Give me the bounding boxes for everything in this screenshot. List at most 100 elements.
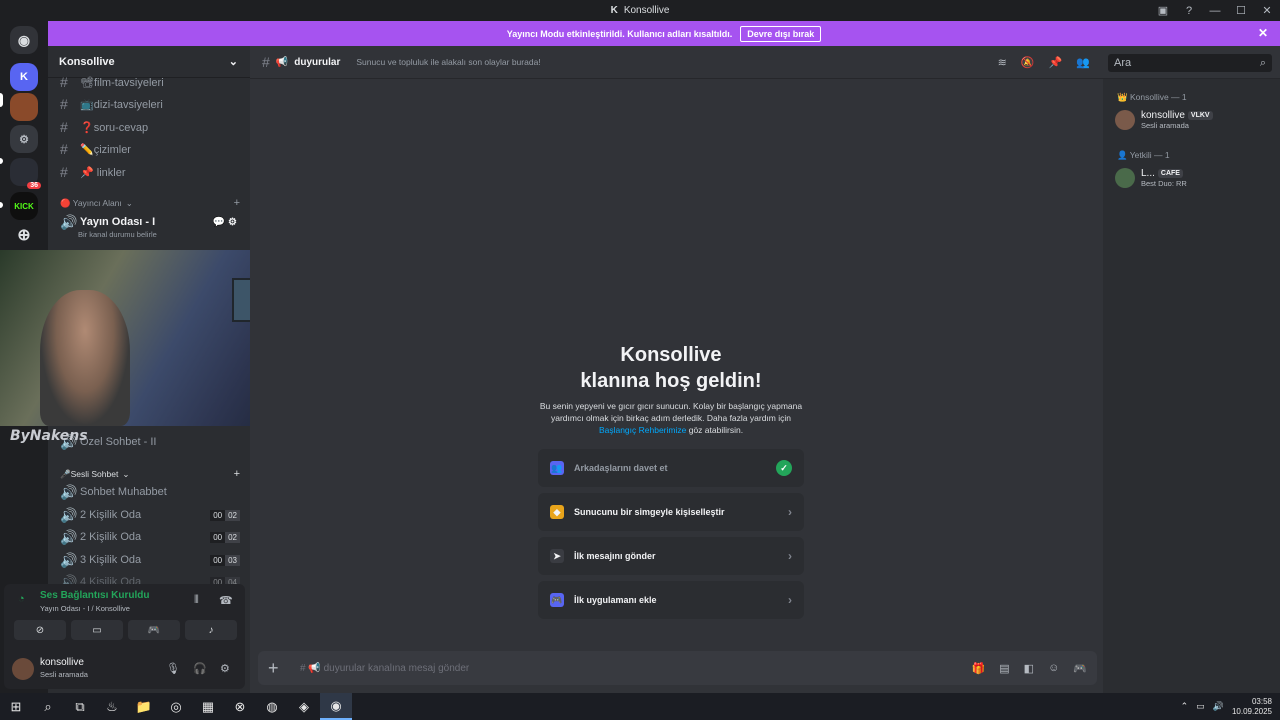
category-streamer[interactable]: 🔴 Yayıncı Alanı ⌄ + [60, 197, 240, 209]
server-icon-konsollive[interactable]: K [10, 63, 38, 91]
close-banner-icon[interactable]: ✕ [1258, 26, 1268, 40]
voice-channel[interactable]: 🔊 3 Kişilik Oda 00 03 [60, 550, 240, 570]
add-channel-icon[interactable]: + [234, 468, 240, 480]
disable-streamer-mode-button[interactable]: Devre dışı bırak [740, 25, 822, 42]
channel-status-hint[interactable]: Bir kanal durumu belirle [78, 230, 157, 239]
camera-off-icon[interactable]: ⊘ [14, 620, 66, 640]
member-list-icon[interactable]: 👥 [1076, 56, 1090, 69]
network-icon[interactable]: ▭ [1196, 701, 1205, 712]
user-name[interactable]: konsollive [40, 657, 84, 668]
add-server-icon[interactable]: ⊕ [10, 221, 38, 249]
sticker-icon[interactable]: ◧ [1024, 662, 1034, 675]
screen-share-icon[interactable]: ▭ [71, 620, 123, 640]
category-voice[interactable]: 🎤Sesli Sohbet ⌄ + [60, 468, 240, 480]
obs-icon[interactable]: ◍ [256, 693, 288, 720]
hash-icon: # [60, 74, 68, 90]
channel-actions[interactable]: 💬⚙ [213, 217, 240, 228]
apps-icon[interactable]: 🎮 [1073, 662, 1087, 675]
volume-icon[interactable]: 🔊 [1213, 701, 1224, 712]
discord-home-icon[interactable]: ◉ [10, 26, 38, 54]
channel-label: Özel Sohbet - II [80, 436, 157, 448]
pin-icon[interactable]: 📌 [1049, 56, 1063, 69]
soundboard-icon[interactable]: ♪ [185, 620, 237, 640]
chevron-up-icon[interactable]: ⌃ [1181, 701, 1189, 712]
server-label-kick: KICK [14, 201, 34, 211]
megaphone-icon: 📢 [275, 56, 289, 68]
channel-film[interactable]: # 📽film-tavsiyeleri [60, 72, 240, 92]
streamer-mode-banner: Yayıncı Modu etkinleştirildi. Kullanıcı … [48, 21, 1280, 46]
search-icon[interactable]: ⌕ [32, 693, 64, 720]
todo-customize-icon[interactable]: ◆ Sunucunu bir simgeyle kişiselleştir › [538, 493, 804, 531]
server-icon-2[interactable] [10, 93, 38, 121]
steam-icon[interactable]: ♨ [96, 693, 128, 720]
disconnect-icon[interactable]: ☎ [219, 594, 233, 607]
header-toolbar: ≋ 🔕 📌 👥 Ara ⌕ [998, 46, 1280, 79]
server-label: K [20, 71, 28, 83]
channel-soru[interactable]: # ❓soru-cevap [60, 117, 240, 137]
threads-icon[interactable]: ≋ [998, 56, 1007, 69]
server-icon-3[interactable]: ⚙ [10, 125, 38, 153]
clock[interactable]: 03:58 10.09.2025 [1232, 697, 1272, 717]
chrome-icon[interactable]: ◎ [160, 693, 192, 720]
todo-first-app[interactable]: 🎮 İlk uygulamanı ekle › [538, 581, 804, 619]
search-input[interactable]: Ara ⌕ [1108, 53, 1272, 72]
gift-icon[interactable]: 🎁 [972, 662, 986, 675]
welcome-title-line2: klanına hoş geldin! [580, 370, 762, 392]
inbox-icon[interactable]: ▣ [1150, 0, 1176, 21]
discord-taskbar-icon[interactable]: ◉ [320, 693, 352, 720]
task-view-icon[interactable]: ⧉ [64, 693, 96, 720]
activity-icon[interactable]: 🎮 [128, 620, 180, 640]
notification-bell-icon[interactable]: 🔕 [1021, 56, 1035, 69]
channel-dizi[interactable]: # 📺dizi-tavsiyeleri [60, 94, 240, 114]
server-icon-kick[interactable]: KICK [10, 192, 38, 220]
avatar[interactable] [12, 658, 34, 680]
add-attachment-icon[interactable]: + [268, 658, 284, 679]
channel-label: ✏️çizimler [80, 143, 131, 156]
todo-first-message[interactable]: ➤ İlk mesajını gönder › [538, 537, 804, 575]
voice-location[interactable]: Yayın Odası - I / Konsollive [40, 604, 130, 613]
message-composer[interactable]: + # 📢 duyurular kanalına mesaj gönder 🎁 … [258, 651, 1097, 685]
server-icon-4[interactable]: 36 [10, 158, 41, 189]
channel-label: 📽film-tavsiyeleri [80, 76, 164, 89]
voice-channel[interactable]: 🔊 2 Kişilik Oda 00 02 [60, 505, 240, 525]
epic-games-icon[interactable]: ▦ [192, 693, 224, 720]
avatar [1115, 168, 1135, 188]
emoji-icon[interactable]: ☺ [1048, 662, 1059, 675]
member-status: Sesli aramada [1141, 121, 1189, 130]
voice-channel[interactable]: 🔊 2 Kişilik Oda 00 02 [60, 527, 240, 547]
add-channel-icon[interactable]: + [234, 197, 240, 209]
xbox-icon[interactable]: ⊗ [224, 693, 256, 720]
channel-topic[interactable]: Sunucu ve topluluk ile alakalı son olayl… [356, 57, 540, 67]
channel-cizimler[interactable]: # ✏️çizimler [60, 139, 240, 159]
mention-badge: 36 [27, 182, 41, 189]
hash-icon: # [60, 119, 68, 135]
hash-icon: # [262, 54, 270, 70]
maximize-button[interactable]: ☐ [1228, 0, 1254, 21]
channel-name: duyurular [294, 56, 341, 68]
member-row[interactable]: L... CAFE Best Duo: RR [1115, 168, 1187, 188]
voice-status[interactable]: Ses Bağlantısı Kuruldu [40, 590, 149, 601]
todo-invite-friends[interactable]: 👥 Arkadaşlarını davet et ✓ [538, 449, 804, 487]
file-explorer-icon[interactable]: 📁 [128, 693, 160, 720]
guide-link[interactable]: Başlangıç Rehberimize [599, 425, 686, 435]
voice-channel-stream-room[interactable]: 🔊 Yayın Odası - I 💬⚙ [60, 212, 240, 232]
noise-suppression-icon[interactable]: ⦀ [194, 594, 199, 607]
microphone-icon[interactable]: 🎙 [166, 662, 180, 675]
channel-linkler[interactable]: # 📌 linkler [60, 162, 240, 182]
minimize-button[interactable]: — [1202, 0, 1228, 21]
unread-pill [0, 158, 3, 164]
window-logo: K [610, 5, 618, 16]
message-input-placeholder: # 📢 duyurular kanalına mesaj gönder [300, 662, 470, 674]
member-row[interactable]: konsollive VLKV Sesli aramada [1115, 110, 1213, 130]
app-icon[interactable]: ◈ [288, 693, 320, 720]
close-window-button[interactable]: ✕ [1254, 0, 1280, 21]
member-name-text: konsollive [1141, 110, 1185, 121]
window-controls: ▣ ? — ☐ ✕ [1150, 0, 1280, 21]
gear-icon[interactable]: ⚙ [220, 662, 230, 675]
windows-start-icon[interactable]: ⊞ [0, 693, 32, 720]
welcome-description: Bu senin yepyeni ve gıcır gıcır sunucun.… [533, 400, 809, 436]
help-icon[interactable]: ? [1176, 0, 1202, 21]
headphones-icon[interactable]: 🎧 [193, 662, 207, 675]
gif-icon[interactable]: ▤ [999, 662, 1009, 675]
voice-channel[interactable]: 🔊 Sohbet Muhabbet [60, 482, 240, 502]
